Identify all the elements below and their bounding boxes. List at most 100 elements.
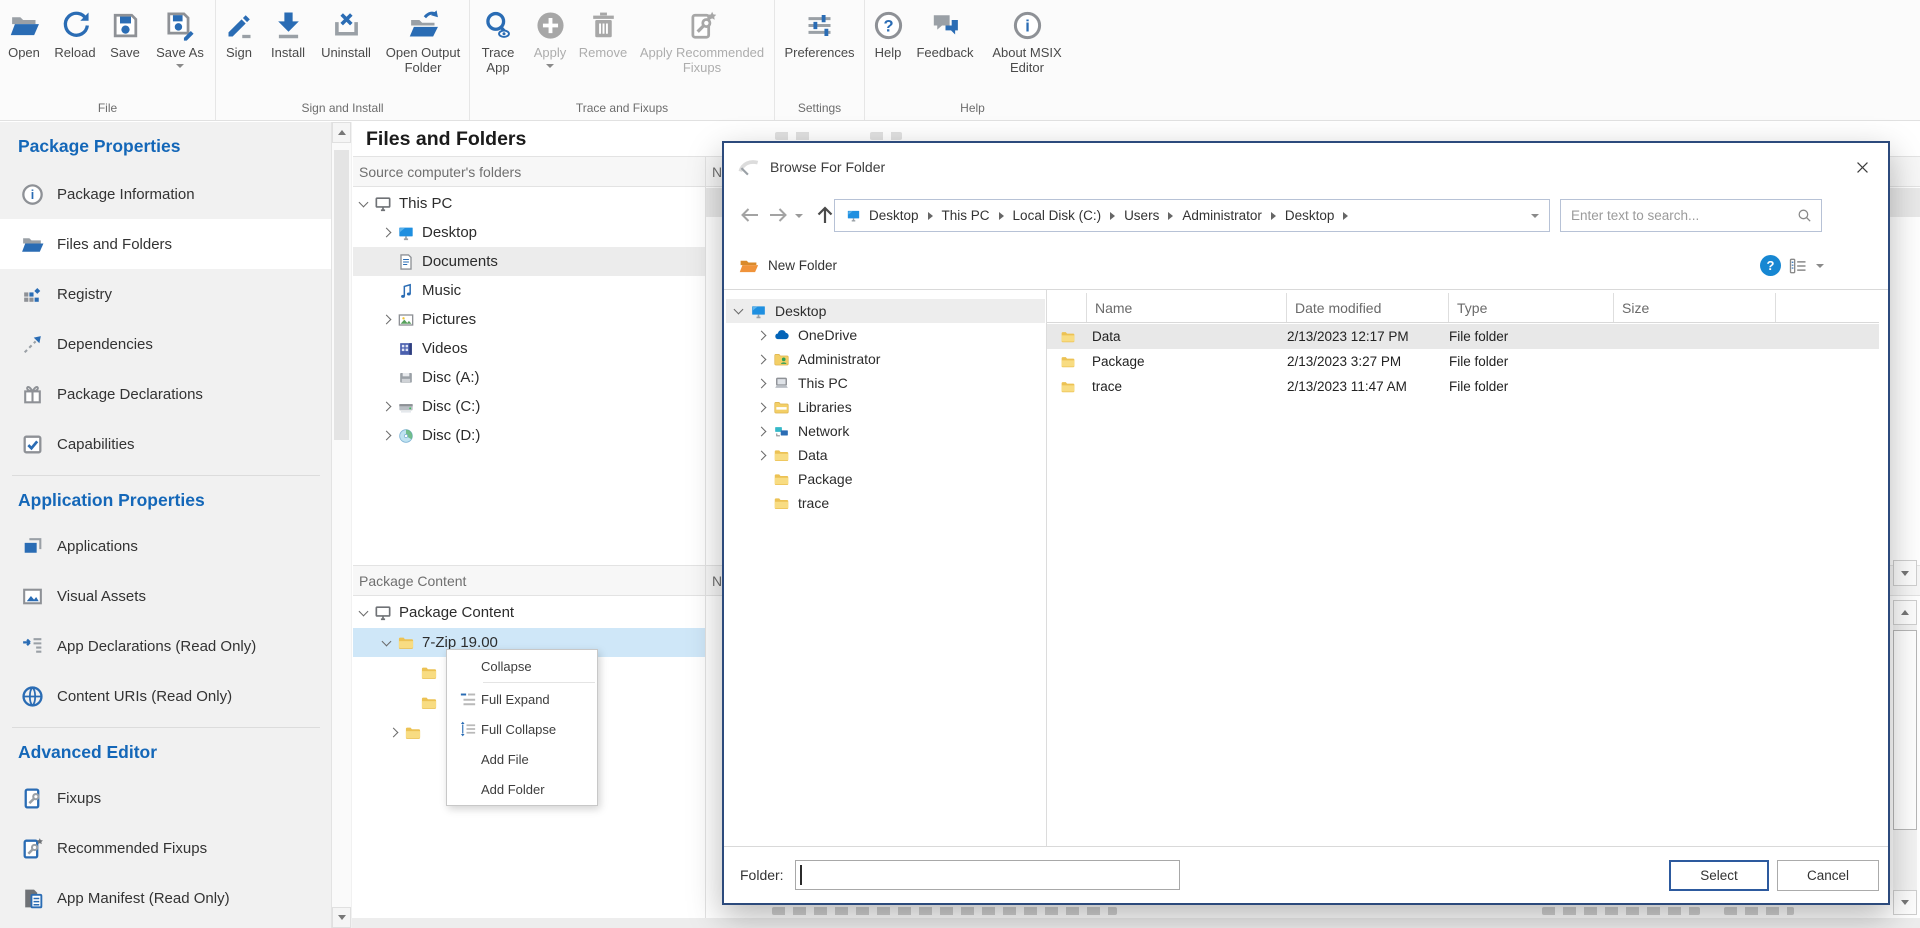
column-header-type[interactable]: Type (1449, 293, 1614, 322)
menu-item-full-expand[interactable]: Full Expand (447, 684, 597, 714)
dialog-tree-item-trace[interactable]: trace (726, 491, 1045, 515)
preferences-button[interactable]: Preferences (777, 7, 863, 62)
scroll-down-button[interactable] (1893, 890, 1917, 915)
folder-input[interactable] (795, 860, 1180, 890)
file-row-data[interactable]: Data 2/13/2023 12:17 PM File folder (1047, 324, 1879, 349)
column-header-date-modified[interactable]: Date modified (1287, 293, 1449, 322)
uninstall-button[interactable]: Uninstall (314, 7, 378, 62)
sidebar-item-visual-assets[interactable]: Visual Assets (0, 571, 331, 621)
menu-item-add-folder[interactable]: Add Folder (447, 774, 597, 804)
chevron-right-icon[interactable] (756, 402, 766, 412)
menu-item-add-file[interactable]: Add File (447, 744, 597, 774)
new-folder-button[interactable]: New Folder (738, 255, 837, 276)
sidebar-item-applications[interactable]: Applications (0, 521, 331, 571)
address-chevron-down-icon[interactable] (1531, 214, 1539, 218)
breadcrumb-chevron-icon[interactable] (999, 212, 1004, 220)
reload-button[interactable]: Reload (48, 7, 102, 62)
open-button[interactable]: Open (0, 7, 48, 62)
chevron-right-icon[interactable] (381, 402, 391, 412)
open-output-folder-button[interactable]: Open Output Folder (378, 7, 468, 77)
apply-button[interactable]: Apply (526, 7, 574, 70)
sidebar-item-app-manifest[interactable]: App Manifest (Read Only) (0, 873, 331, 923)
column-header-icon[interactable] (1047, 293, 1087, 322)
scroll-down-button[interactable] (332, 907, 351, 928)
dialog-titlebar[interactable]: Browse For Folder (724, 143, 1888, 190)
chevron-right-icon[interactable] (756, 330, 766, 340)
chevron-down-icon[interactable] (381, 636, 391, 646)
chevron-down-icon[interactable] (358, 197, 368, 207)
dialog-tree-item-package[interactable]: Package (726, 467, 1045, 491)
breadcrumb-item-administrator[interactable]: Administrator (1175, 208, 1269, 223)
select-button[interactable]: Select (1669, 860, 1769, 891)
tree-item-desktop[interactable]: Desktop (353, 218, 705, 247)
close-button[interactable] (1850, 155, 1874, 179)
tree-item-music[interactable]: Music (353, 276, 705, 305)
tree-item-disc-d[interactable]: Disc (D:) (353, 421, 705, 450)
sidebar-item-capabilities[interactable]: Capabilities (0, 419, 331, 469)
chevron-down-icon[interactable] (733, 305, 743, 315)
search-box[interactable] (1560, 199, 1822, 232)
sidebar-item-files-and-folders[interactable]: Files and Folders (0, 219, 331, 269)
tree-item-package-content-root[interactable]: Package Content (353, 598, 705, 627)
breadcrumb-chevron-icon[interactable] (928, 212, 933, 220)
breadcrumb-chevron-icon[interactable] (1168, 212, 1173, 220)
chevron-right-icon[interactable] (381, 315, 391, 325)
chevron-right-icon[interactable] (756, 354, 766, 364)
breadcrumb[interactable]: Desktop This PC Local Disk (C:) Users Ad… (834, 199, 1550, 232)
file-row-trace[interactable]: trace 2/13/2023 11:47 AM File folder (1047, 374, 1879, 399)
remove-button[interactable]: Remove (574, 7, 632, 62)
scrollbar-thumb[interactable] (1893, 630, 1917, 830)
trace-app-button[interactable]: Trace App (470, 7, 526, 77)
column-header-size[interactable]: Size (1614, 293, 1776, 322)
sidebar-item-recommended-fixups[interactable]: Recommended Fixups (0, 823, 331, 873)
forward-button[interactable] (766, 203, 790, 230)
breadcrumb-chevron-icon[interactable] (1110, 212, 1115, 220)
dialog-tree-item-desktop[interactable]: Desktop (726, 299, 1045, 323)
chevron-right-icon[interactable] (381, 228, 391, 238)
scroll-up-button[interactable] (332, 122, 351, 143)
dialog-tree-item-administrator[interactable]: Administrator (726, 347, 1045, 371)
back-button[interactable] (738, 203, 762, 230)
sidebar-item-package-information[interactable]: Package Information (0, 169, 331, 219)
chevron-right-icon[interactable] (756, 378, 766, 388)
main-vertical-scrollbar[interactable] (1893, 156, 1919, 918)
chevron-down-icon[interactable] (358, 606, 368, 616)
feedback-button[interactable]: Feedback (911, 7, 979, 62)
save-as-button[interactable]: Save As (148, 7, 212, 70)
dialog-tree-item-network[interactable]: Network (726, 419, 1045, 443)
menu-item-collapse[interactable]: Collapse (447, 651, 597, 681)
search-input[interactable] (1561, 208, 1796, 223)
history-chevron-down-icon[interactable] (795, 214, 803, 218)
help-icon[interactable]: ? (1760, 255, 1781, 276)
view-options-icon[interactable] (1788, 256, 1808, 276)
tree-item-documents[interactable]: Documents (353, 247, 705, 276)
sidebar-scrollbar[interactable] (331, 122, 351, 928)
dialog-tree-item-onedrive[interactable]: OneDrive (726, 323, 1045, 347)
tree-item-this-pc[interactable]: This PC (353, 189, 705, 218)
menu-item-full-collapse[interactable]: Full Collapse (447, 714, 597, 744)
install-button[interactable]: Install (262, 7, 314, 62)
dialog-tree-item-data[interactable]: Data (726, 443, 1045, 467)
view-options-chevron-down-icon[interactable] (1816, 264, 1824, 268)
scroll-up-button[interactable] (1893, 600, 1917, 625)
chevron-right-icon[interactable] (381, 431, 391, 441)
file-row-package[interactable]: Package 2/13/2023 3:27 PM File folder (1047, 349, 1879, 374)
cancel-button[interactable]: Cancel (1777, 860, 1879, 891)
tree-item-videos[interactable]: Videos (353, 334, 705, 363)
chevron-right-icon[interactable] (388, 728, 398, 738)
about-msix-editor-button[interactable]: About MSIX Editor (979, 7, 1075, 77)
sidebar-item-package-declarations[interactable]: Package Declarations (0, 369, 331, 419)
sidebar-item-registry[interactable]: Registry (0, 269, 331, 319)
breadcrumb-chevron-icon[interactable] (1343, 212, 1348, 220)
sidebar-item-fixups[interactable]: Fixups (0, 773, 331, 823)
scrollbar-thumb[interactable] (334, 150, 349, 440)
breadcrumb-item-desktop[interactable]: Desktop (862, 208, 926, 223)
apply-recommended-fixups-button[interactable]: Apply Recommended Fixups (632, 7, 772, 77)
sidebar-item-content-uris[interactable]: Content URIs (Read Only) (0, 671, 331, 721)
breadcrumb-item-local-disk-c[interactable]: Local Disk (C:) (1006, 208, 1109, 223)
breadcrumb-chevron-icon[interactable] (1271, 212, 1276, 220)
tree-item-disc-c[interactable]: Disc (C:) (353, 392, 705, 421)
sign-button[interactable]: Sign (216, 7, 262, 62)
dialog-tree-item-libraries[interactable]: Libraries (726, 395, 1045, 419)
scroll-down-button[interactable] (1893, 560, 1917, 586)
